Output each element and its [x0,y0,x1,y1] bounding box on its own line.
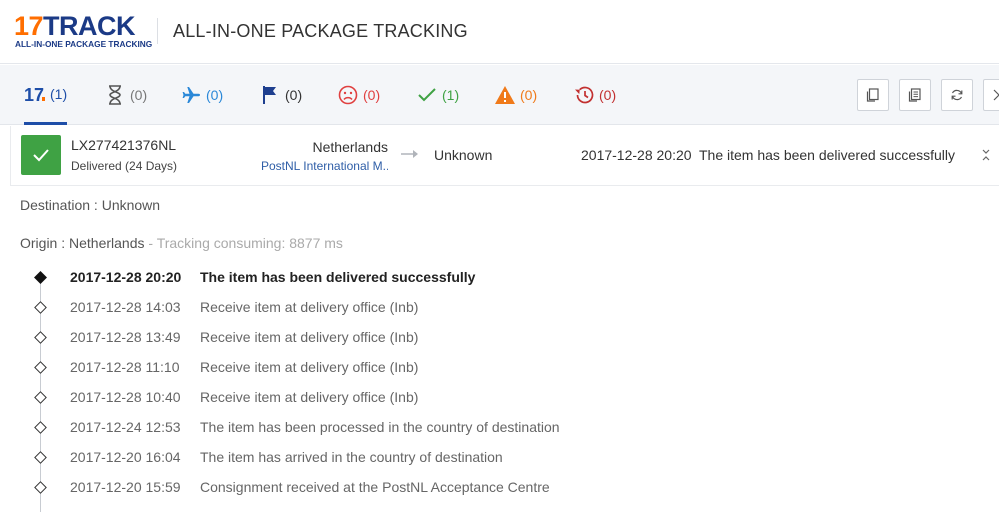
origin-label: Origin : Netherlands [20,235,145,251]
filter-tab-undelivered[interactable]: (0) [337,65,380,125]
timeline-marker-icon [34,451,47,464]
filter-count: (1) [50,85,68,102]
filter-tab-pickup[interactable]: (0) [259,65,302,125]
sad-face-icon [337,84,359,106]
event-description: The item has arrived in the country of d… [200,449,503,465]
flag-icon [259,84,281,106]
timeline-marker-icon [34,391,47,404]
origin-info: Origin : Netherlands - Tracking consumin… [20,235,343,251]
timeline-marker-icon [34,271,47,284]
logo-word: TRACK [43,11,136,41]
event-time: 2017-12-24 12:53 [70,419,181,435]
filter-tab-pending[interactable]: (0) [104,65,147,125]
timeline-event: 2017-12-28 20:20 The item has been deliv… [0,266,999,296]
airplane-icon [180,84,202,106]
history-clock-icon [573,84,595,106]
event-time: 2017-12-28 10:40 [70,389,181,405]
event-time: 2017-12-28 20:20 [70,269,182,285]
copy-button[interactable] [857,79,889,111]
copy-icon [866,88,879,102]
warning-icon [494,84,516,106]
timeline-event: 2017-12-28 10:40 Receive item at deliver… [0,386,999,416]
event-time: 2017-12-28 11:10 [70,359,180,375]
origin-country: Netherlands [312,139,389,155]
timeline-event: 2017-12-28 14:03 Receive item at deliver… [0,296,999,326]
destination-info: Destination : Unknown [20,197,161,213]
timeline-event: 2017-12-20 16:04 The item has arrived in… [0,446,999,476]
event-time: 2017-12-28 14:03 [70,299,181,315]
latest-event-time: 2017-12-28 20:20 [581,147,692,163]
filter-count: (0) [520,87,538,103]
filter-count: (0) [363,87,381,103]
refresh-icon [951,89,963,101]
filter-tab-in-transit[interactable]: (0) [180,65,223,125]
header-divider [157,18,158,44]
timeline-marker-icon [34,331,47,344]
checkmark-icon [416,84,438,106]
event-description: Consignment received at the PostNL Accep… [200,479,550,495]
filter-tab-delivered[interactable]: (1) [416,65,459,125]
latest-event-description: The item has been delivered successfully [699,147,956,163]
refresh-button[interactable] [941,79,973,111]
tracking-meta: - Tracking consuming: 8877 ms [144,235,343,251]
filter-count: (0) [130,87,148,103]
timeline-marker-icon [34,481,47,494]
route-arrow-icon [401,150,418,158]
filter-count: (1) [442,87,460,103]
timeline-event: 2017-12-28 13:49 Receive item at deliver… [0,326,999,356]
logo-wordmark: 17TRACK [14,11,136,41]
package-status: Delivered (24 Days) [71,159,178,173]
logo-tagline: ALL-IN-ONE PACKAGE TRACKING [15,39,153,49]
carrier-link[interactable]: PostNL International M... [261,159,388,173]
tracking-number[interactable]: LX277421376NL [71,137,176,153]
event-time: 2017-12-20 15:59 [70,479,181,495]
event-description: The item has been processed in the count… [200,419,560,435]
close-icon [993,89,999,101]
page-title: ALL-IN-ONE PACKAGE TRACKING [173,21,468,41]
filter-tab-all[interactable]: 17 (1) [24,65,68,125]
delivered-status-badge [21,135,61,175]
event-description: The item has been delivered successfully [200,269,476,285]
event-time: 2017-12-20 16:04 [70,449,181,465]
timeline-event: 2017-12-20 15:59 Consignment received at… [0,476,999,506]
close-button[interactable] [983,79,999,111]
timeline-event: 2017-12-24 12:53 The item has been proce… [0,416,999,446]
event-time: 2017-12-28 13:49 [70,329,181,345]
timeline-event: 2017-12-28 11:10 Receive item at deliver… [0,356,999,386]
checkmark-icon [33,149,49,162]
filter-tab-alert[interactable]: (0) [494,65,537,125]
filter-tab-expired[interactable]: (0) [573,65,616,125]
status-filter-bar: 17 (1) (0) (0) (0) (0) (1) (0) (0) [0,65,999,125]
event-description: Receive item at delivery office (Inb) [200,359,419,375]
event-description: Receive item at delivery office (Inb) [200,329,419,345]
collapse-toggle-icon[interactable] [979,148,993,162]
destination-country: Unknown [434,147,493,163]
copy-all-icon [908,88,921,102]
seventeen-logo-icon: 17 [24,83,46,105]
package-row[interactable]: LX277421376NL Delivered (24 Days) Nether… [10,126,999,186]
timeline-marker-icon [34,421,47,434]
filter-count: (0) [599,87,617,103]
copy-all-button[interactable] [899,79,931,111]
event-description: Receive item at delivery office (Inb) [200,299,419,315]
hourglass-icon [104,84,126,106]
timeline-marker-icon [34,361,47,374]
event-description: Receive item at delivery office (Inb) [200,389,419,405]
svg-text:17: 17 [24,85,44,103]
logo-number: 17 [14,11,44,41]
app-header: 17TRACK ALL-IN-ONE PACKAGE TRACKING ALL-… [0,0,999,64]
timeline-marker-icon [34,301,47,314]
filter-count: (0) [206,87,224,103]
logo[interactable]: 17TRACK ALL-IN-ONE PACKAGE TRACKING [14,11,152,52]
filter-count: (0) [285,87,303,103]
